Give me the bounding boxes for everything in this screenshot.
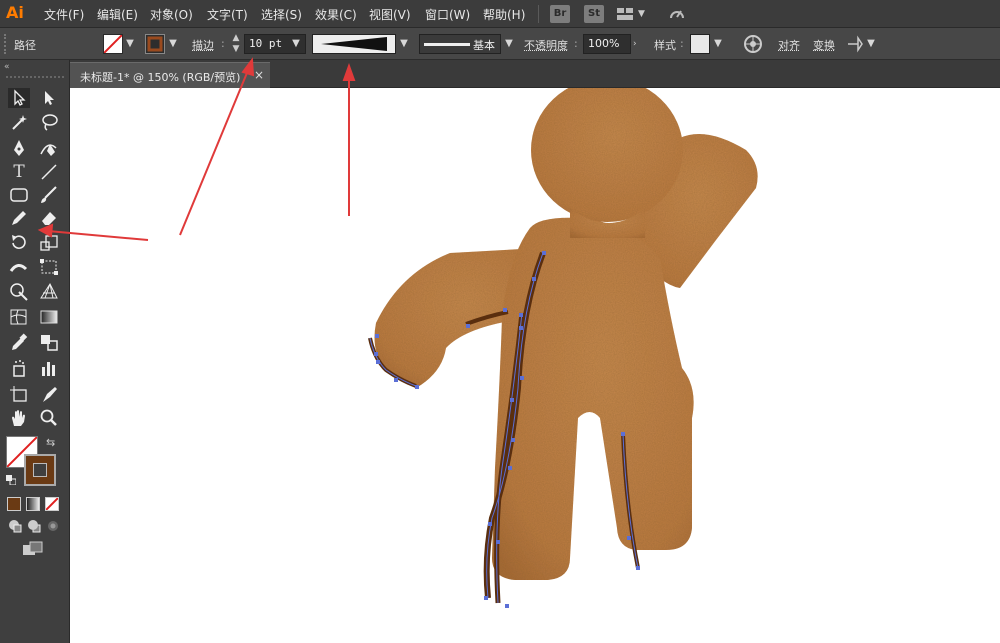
menu-effect[interactable]: 效果(C)	[315, 6, 357, 22]
gingerbread-artwork	[368, 88, 758, 608]
panel-grip[interactable]	[4, 34, 8, 54]
close-icon[interactable]: ×	[254, 68, 264, 82]
draw-normal-icon[interactable]	[8, 519, 22, 533]
curvature-tool-icon[interactable]	[38, 138, 60, 158]
free-transform-icon[interactable]	[38, 257, 60, 277]
opacity-field[interactable]: 100%	[583, 34, 631, 54]
chevron-down-icon[interactable]: ▼	[123, 35, 137, 53]
menu-file[interactable]: 文件(F)	[44, 6, 84, 22]
chevron-down-icon[interactable]: ▼	[502, 35, 516, 53]
recolor-artwork-icon[interactable]	[743, 34, 763, 54]
rectangle-tool-icon[interactable]	[8, 185, 30, 205]
selection-type-label: 路径	[14, 39, 36, 52]
line-segment-icon[interactable]	[38, 162, 60, 182]
menu-edit[interactable]: 编辑(E)	[97, 6, 138, 22]
document-tab-strip: 未标题-1* @ 150% (RGB/预览) ×	[70, 60, 1000, 88]
perspective-grid-icon[interactable]	[38, 281, 60, 301]
chevron-down-icon[interactable]: ▼	[638, 5, 650, 23]
none-mode-button[interactable]	[45, 497, 59, 511]
graphic-style-swatch[interactable]	[690, 34, 710, 54]
chevron-down-icon[interactable]: ▼	[711, 35, 725, 53]
magic-wand-icon[interactable]	[8, 112, 30, 132]
document-tab-title: 未标题-1* @ 150% (RGB/预览)	[80, 71, 241, 84]
control-bar: 路径 ▼ ▼ 描边 : ▲ ▼ 10 pt ▼ ▼ 基本 ▼ 不透明度 : 100…	[0, 28, 1000, 60]
align-button[interactable]: 对齐	[778, 37, 800, 53]
variable-width-profile[interactable]	[312, 34, 396, 54]
bridge-button[interactable]: Br	[550, 5, 570, 23]
scale-icon[interactable]	[38, 233, 60, 253]
draw-inside-icon[interactable]	[46, 519, 60, 533]
color-mode-button[interactable]	[7, 497, 21, 511]
column-graph-icon[interactable]	[38, 358, 60, 378]
width-tool-icon[interactable]	[8, 257, 30, 277]
app-logo: Ai	[6, 3, 24, 22]
screen-mode-icon[interactable]	[22, 541, 44, 557]
menu-window[interactable]: 窗口(W)	[425, 6, 470, 22]
document-tab[interactable]: 未标题-1* @ 150% (RGB/预览) ×	[70, 62, 270, 88]
gradient-mode-button[interactable]	[26, 497, 40, 511]
direct-selection-tool-icon[interactable]	[38, 88, 60, 108]
swap-fill-stroke-icon[interactable]: ⇆	[46, 436, 55, 449]
transform-button[interactable]: 变换	[813, 37, 835, 53]
menu-object[interactable]: 对象(O)	[150, 6, 193, 22]
workspace-layout-icon[interactable]	[616, 7, 634, 21]
artboard-icon[interactable]	[8, 384, 30, 404]
rotate-icon[interactable]	[8, 233, 30, 253]
paintbrush-icon[interactable]	[38, 185, 60, 205]
eraser-icon[interactable]	[38, 208, 60, 228]
brush-label: 基本	[473, 39, 495, 52]
chevron-right-icon[interactable]: ›	[633, 35, 643, 53]
colon-separator: :	[680, 37, 684, 50]
style-label: 样式	[654, 39, 676, 52]
selection-tool-icon[interactable]	[8, 88, 30, 108]
stock-button[interactable]: St	[584, 5, 604, 23]
zoom-icon[interactable]	[38, 408, 60, 428]
shape-builder-icon[interactable]	[8, 281, 30, 301]
type-tool-icon[interactable]: T	[8, 162, 30, 182]
stroke-swatch[interactable]	[145, 34, 165, 54]
brush-definition[interactable]: 基本	[419, 34, 501, 54]
tools-panel: « T ⇆	[0, 60, 70, 643]
panel-grip[interactable]	[6, 76, 64, 80]
chevron-down-icon[interactable]: ▼	[864, 35, 878, 53]
chevron-down-icon[interactable]: ▼	[397, 35, 411, 53]
colon-separator: :	[574, 37, 578, 50]
stroke-label[interactable]: 描边	[192, 37, 214, 53]
chevron-down-icon[interactable]: ▼	[166, 35, 180, 53]
menu-divider	[538, 5, 539, 23]
artboard-canvas[interactable]	[70, 88, 1000, 643]
symbol-sprayer-icon[interactable]	[8, 358, 30, 378]
menu-help[interactable]: 帮助(H)	[483, 6, 525, 22]
gradient-icon[interactable]	[38, 307, 60, 327]
eyedropper-icon[interactable]	[8, 332, 30, 352]
opacity-label[interactable]: 不透明度	[524, 37, 568, 53]
pen-tool-icon[interactable]	[8, 138, 30, 158]
chevron-down-icon[interactable]: ▼	[289, 35, 303, 53]
pencil-icon[interactable]	[8, 208, 30, 228]
menu-view[interactable]: 视图(V)	[369, 6, 411, 22]
blend-icon[interactable]	[38, 332, 60, 352]
lasso-icon[interactable]	[38, 112, 60, 132]
mesh-icon[interactable]	[8, 307, 30, 327]
gpu-performance-icon[interactable]	[668, 5, 686, 23]
menu-select[interactable]: 选择(S)	[261, 6, 302, 22]
stepper-arrows-icon[interactable]: ▲ ▼	[230, 33, 242, 55]
collapse-icon[interactable]: «	[4, 62, 10, 72]
slice-icon[interactable]	[38, 384, 60, 404]
default-colors-icon[interactable]	[6, 474, 17, 486]
menu-type[interactable]: 文字(T)	[207, 6, 248, 22]
stroke-swatch-hole	[33, 463, 47, 477]
menu-bar: Ai 文件(F) 编辑(E) 对象(O) 文字(T) 选择(S) 效果(C) 视…	[0, 0, 1000, 28]
fill-swatch-none[interactable]	[103, 34, 123, 54]
stroke-color-swatch[interactable]	[24, 454, 56, 486]
isolate-icon[interactable]	[846, 35, 864, 53]
hand-icon[interactable]	[8, 408, 30, 428]
colon-separator: :	[221, 37, 225, 50]
draw-behind-icon[interactable]	[27, 519, 41, 533]
cookie-body[interactable]	[374, 88, 758, 580]
